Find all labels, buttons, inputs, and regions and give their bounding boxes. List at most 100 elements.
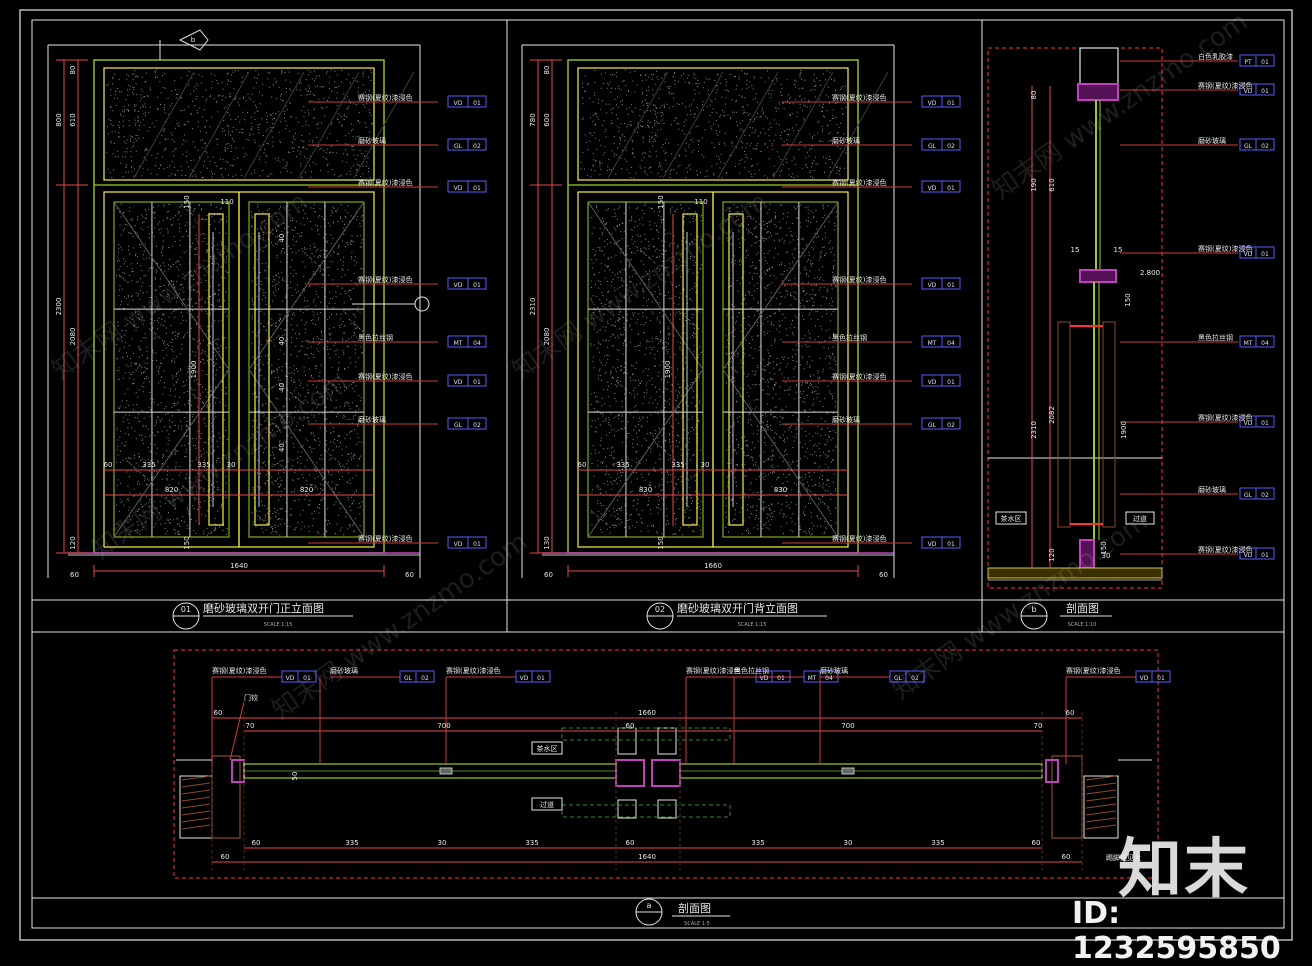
door-jamb-left [211, 755, 241, 839]
material-number: 01 [473, 379, 481, 386]
material-code: VD [928, 541, 937, 548]
material-code: VD [928, 185, 937, 192]
hinge-left [231, 759, 245, 783]
callout-label: 赛钢(夏纹)漆浸色 [1066, 666, 1120, 675]
dimension-text: 1660 [704, 562, 722, 570]
material-code: VD [454, 185, 463, 192]
handle-plan [617, 727, 637, 755]
material-number: 01 [1261, 420, 1269, 427]
wall-hatch [1085, 789, 1117, 795]
material-number: 02 [473, 422, 481, 429]
zone-label: 茶水区 [537, 744, 558, 753]
drawing-annotations: 23002080800 61080120164060 60820 820335 335 3… [47, 7, 1269, 927]
dimension-text: 60 [626, 839, 635, 847]
callout-label: 磨砂玻璃 [358, 136, 386, 145]
material-code: VD [1244, 552, 1253, 559]
dimension-text: 335 [142, 461, 155, 469]
material-number: 04 [1261, 340, 1269, 347]
dimension-text: 150 [657, 195, 665, 208]
dimension-text: 40 [278, 443, 286, 452]
callout-label: 赛钢(夏纹)漆浸色 [212, 666, 266, 675]
material-number: 01 [947, 541, 955, 548]
handle-plan [617, 799, 637, 819]
dimension-text: 80 [543, 66, 551, 75]
callout-leader [229, 701, 245, 761]
material-number: 02 [947, 143, 955, 150]
dimension-text: 60 [1066, 709, 1075, 717]
pull-handle [254, 213, 270, 526]
dimension-text: 1660 [638, 709, 656, 717]
material-number: 01 [1261, 59, 1269, 66]
material-code: MT [808, 675, 817, 682]
material-number: 01 [473, 282, 481, 289]
callout-label: 磨砂玻璃 [832, 136, 860, 145]
material-code: VD [928, 100, 937, 107]
glass-reflection [298, 71, 360, 179]
wall-hatch [181, 817, 211, 823]
dimension-text: 60 [879, 571, 888, 579]
dimension-text: 40 [278, 337, 286, 346]
transom-panel [103, 67, 375, 181]
watermark-text: 知末网 www.znzmo.com [87, 367, 353, 566]
material-number: 01 [947, 185, 955, 192]
material-code: VD [454, 379, 463, 386]
wall-hatch [181, 796, 211, 802]
dimension-text: 60 [252, 839, 261, 847]
dimension-text: 60 [221, 853, 230, 861]
material-code: VD [454, 100, 463, 107]
wall-hatch [1085, 810, 1117, 816]
dimension-text: 110 [694, 198, 707, 206]
view-scale: SCALE 1:5 [684, 921, 710, 927]
callout-label: 黑色拉丝钢 [358, 333, 393, 342]
material-code: MT [1244, 340, 1253, 347]
dimension-text: 80 [69, 66, 77, 75]
dimension-text: 60 [1032, 839, 1041, 847]
material-code: VD [1140, 675, 1149, 682]
dimension-text: 335 [931, 839, 944, 847]
material-code: VD [1244, 88, 1253, 95]
view-title: 剖面图 [1066, 601, 1099, 615]
handle-block [615, 759, 645, 787]
section-marker-tag: b [191, 36, 196, 44]
view-badge-number: 01 [181, 605, 191, 614]
view-title: 磨砂玻璃双开门正立面图 [203, 601, 324, 615]
glass-reflection [243, 71, 305, 179]
material-code: GL [1244, 492, 1253, 499]
glass-clip [841, 767, 855, 775]
mid-rail [1079, 269, 1117, 283]
dimension-text: 2310 [1030, 421, 1038, 439]
handle-section [1057, 321, 1071, 528]
dimension-text: 130 [543, 536, 551, 549]
transom-panel [577, 67, 849, 181]
zone-label: 过道 [540, 800, 554, 809]
dimension-text: 780 [529, 113, 537, 126]
material-number: 01 [473, 100, 481, 107]
callout-label: 磨砂玻璃 [358, 415, 386, 424]
cad-drawing-sheet: 23002080800 61080120164060 60820 820335 335 3… [19, 7, 1293, 941]
dimension-text: 60 [626, 722, 635, 730]
material-code: VD [520, 675, 529, 682]
material-number: 04 [825, 675, 833, 682]
handle-zone [561, 727, 731, 741]
wall-hatch [181, 782, 211, 788]
dimension-text: 335 [751, 839, 764, 847]
dimension-text: 1640 [638, 853, 656, 861]
callout-label: 赛钢(夏纹)漆浸色 [832, 372, 886, 381]
dimension-text: 60 [1062, 853, 1071, 861]
material-number: 02 [947, 422, 955, 429]
material-number: 01 [537, 675, 545, 682]
dimension-text: 700 [841, 722, 854, 730]
material-code: MT [454, 340, 463, 347]
material-number: 01 [947, 282, 955, 289]
watermark-text: 知末网 www.znzmo.com [987, 7, 1253, 206]
glass-clip [439, 767, 453, 775]
material-code: VD [286, 675, 295, 682]
glass-reflection [662, 71, 724, 179]
callout-label: 黑色拉丝钢 [1198, 333, 1233, 342]
dimension-text: 60 [70, 571, 79, 579]
dimension-text: 150 [657, 536, 665, 549]
material-code: GL [1244, 143, 1253, 150]
callout-label: 磨砂玻璃 [1198, 485, 1226, 494]
dimension-text: 830 [639, 486, 652, 494]
material-number: 01 [947, 100, 955, 107]
